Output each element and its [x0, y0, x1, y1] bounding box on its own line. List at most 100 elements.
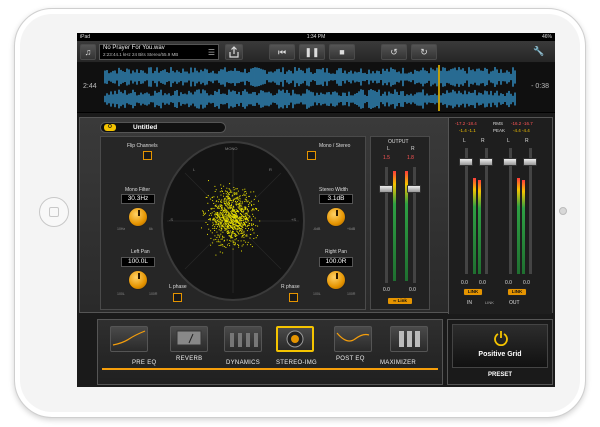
- camera-dot: [559, 207, 567, 215]
- output-link-button[interactable]: ∞ Link: [387, 297, 413, 305]
- in-link-button[interactable]: LINK: [463, 288, 483, 296]
- left-pan-min: 100L: [117, 292, 125, 296]
- reverb-module[interactable]: [170, 326, 208, 352]
- stop-button[interactable]: ■: [329, 44, 355, 60]
- stereo-imager-panel: Flip Channels Mono / Stereo MONO L R -S …: [100, 136, 366, 310]
- output-r-label: R: [411, 146, 415, 152]
- in-l-label: L: [463, 138, 466, 144]
- preset-bar[interactable]: O Untitled: [100, 122, 226, 133]
- dynamics-label: DYNAMICS: [226, 360, 261, 366]
- reverb-label: REVERB: [176, 356, 203, 362]
- file-name: No Prayer For You.wav: [103, 45, 165, 51]
- io-meter-panel: -17.2 -18.4 RMS -16.2 -16.7 -1.4 -1.1 PE…: [448, 118, 552, 314]
- wrench-icon: 🔧: [533, 46, 545, 56]
- scope-r-label: R: [269, 167, 272, 172]
- in-fader-l[interactable]: [459, 158, 473, 166]
- in-fader-track-l: [465, 148, 468, 274]
- app-screen: iPad 1:34 PM 46% ♫ No Prayer For You.wav…: [77, 33, 555, 387]
- brand-name: Positive Grid: [478, 351, 522, 358]
- mono-filter-max: 6k: [149, 227, 153, 231]
- preset-label[interactable]: PRESET: [448, 372, 552, 378]
- rms-in-values: -17.2 -18.4: [455, 121, 477, 126]
- post-eq-module[interactable]: [334, 326, 372, 352]
- out-r-label: R: [525, 138, 529, 144]
- preset-power-toggle[interactable]: O: [104, 124, 116, 131]
- stereo-knob-icon: [286, 330, 304, 348]
- share-button[interactable]: [225, 44, 243, 60]
- redo-button[interactable]: ↻: [411, 44, 437, 60]
- output-fader-r[interactable]: [407, 185, 421, 193]
- settings-button[interactable]: 🔧: [529, 44, 549, 60]
- mono-filter-label: Mono Filter: [125, 187, 151, 193]
- maximizer-module[interactable]: [390, 326, 428, 352]
- redo-icon: ↻: [420, 47, 428, 57]
- out-fader-r[interactable]: [523, 158, 537, 166]
- music-library-button[interactable]: ♫: [80, 44, 96, 60]
- music-note-icon: ♫: [84, 47, 92, 57]
- mono-filter-knob[interactable]: [128, 207, 148, 227]
- file-details: 2:23:44.1 kHz 24 Bits Stereo/55.9 MB: [103, 52, 179, 57]
- stereo-width-knob[interactable]: [326, 207, 346, 227]
- effects-chain: PRE EQ REVERB DYNAMICS STEREO-IMG POST E…: [97, 319, 443, 385]
- pre-eq-label: PRE EQ: [132, 360, 157, 366]
- scope-mono-label: MONO: [225, 146, 238, 151]
- preset-toggle-label: O: [108, 124, 112, 130]
- undo-button[interactable]: ↺: [381, 44, 407, 60]
- positive-grid-logo-button[interactable]: Positive Grid: [452, 324, 548, 368]
- out-value-r: 0.0: [523, 280, 530, 286]
- skip-back-button[interactable]: ⏮: [269, 44, 295, 60]
- preset-name: Untitled: [133, 124, 158, 131]
- stereo-img-module[interactable]: [276, 326, 314, 352]
- eq-curve-icon: [336, 332, 370, 342]
- left-pan-knob[interactable]: [128, 270, 148, 290]
- out-fader-l[interactable]: [503, 158, 517, 166]
- r-phase-label: R phase: [281, 284, 300, 290]
- dynamics-module[interactable]: [224, 326, 262, 352]
- output-meter-l: [393, 171, 396, 281]
- menu-icon[interactable]: ☰: [208, 48, 215, 57]
- out-l-label: L: [507, 138, 510, 144]
- output-fader-l[interactable]: [379, 185, 393, 193]
- pre-eq-module[interactable]: [110, 326, 148, 352]
- in-fader-r[interactable]: [479, 158, 493, 166]
- scope-plus-s-label: +S: [291, 217, 297, 222]
- link-chain-icon: ∞: [393, 298, 397, 303]
- rms-out-values: -16.2 -16.7: [511, 121, 533, 126]
- preset-panel: Positive Grid PRESET: [447, 319, 553, 385]
- ipad-frame: iPad 1:34 PM 46% ♫ No Prayer For You.wav…: [14, 8, 586, 418]
- reverb-meter-icon: [176, 330, 202, 346]
- l-phase-label: L phase: [169, 284, 187, 290]
- battery-level: 46%: [541, 34, 552, 40]
- out-link-button[interactable]: LINK: [507, 288, 527, 296]
- pause-button[interactable]: ❚❚: [299, 44, 325, 60]
- flip-channels-checkbox[interactable]: [143, 151, 152, 160]
- mono-stereo-checkbox[interactable]: [307, 151, 316, 160]
- r-phase-checkbox[interactable]: [289, 293, 298, 302]
- in-fader-track-r: [485, 148, 488, 274]
- output-value-l: 0.0: [383, 287, 390, 293]
- left-pan-label: Left Pan: [131, 249, 150, 255]
- l-phase-checkbox[interactable]: [173, 293, 182, 302]
- right-pan-knob[interactable]: [326, 270, 346, 290]
- status-bar: iPad 1:34 PM 46%: [77, 33, 555, 41]
- out-meter-r: [522, 180, 525, 274]
- right-pan-max: 100R: [347, 292, 356, 296]
- stereo-width-max: +6dB: [347, 227, 356, 231]
- file-info-box[interactable]: No Prayer For You.wav 2:23:44.1 kHz 24 B…: [99, 44, 219, 60]
- out-fader-track-r: [529, 148, 532, 274]
- left-pan-value: 100.0L: [121, 257, 155, 267]
- waveform-area[interactable]: 2:44 - 0:38: [77, 63, 555, 113]
- scope-l-label: L: [193, 167, 196, 172]
- home-button[interactable]: [39, 197, 69, 227]
- maximizer-faders-icon: [399, 331, 420, 347]
- waveform[interactable]: [77, 63, 555, 113]
- in-r-label: R: [481, 138, 485, 144]
- out-value-l: 0.0: [505, 280, 512, 286]
- share-icon: [229, 46, 239, 58]
- out-meter-l: [517, 178, 520, 274]
- power-icon: [494, 331, 508, 346]
- out-label: OUT: [509, 300, 520, 306]
- output-title: OUTPUT: [388, 139, 409, 145]
- clock: 1:34 PM: [306, 34, 326, 40]
- in-meter-l: [473, 178, 476, 274]
